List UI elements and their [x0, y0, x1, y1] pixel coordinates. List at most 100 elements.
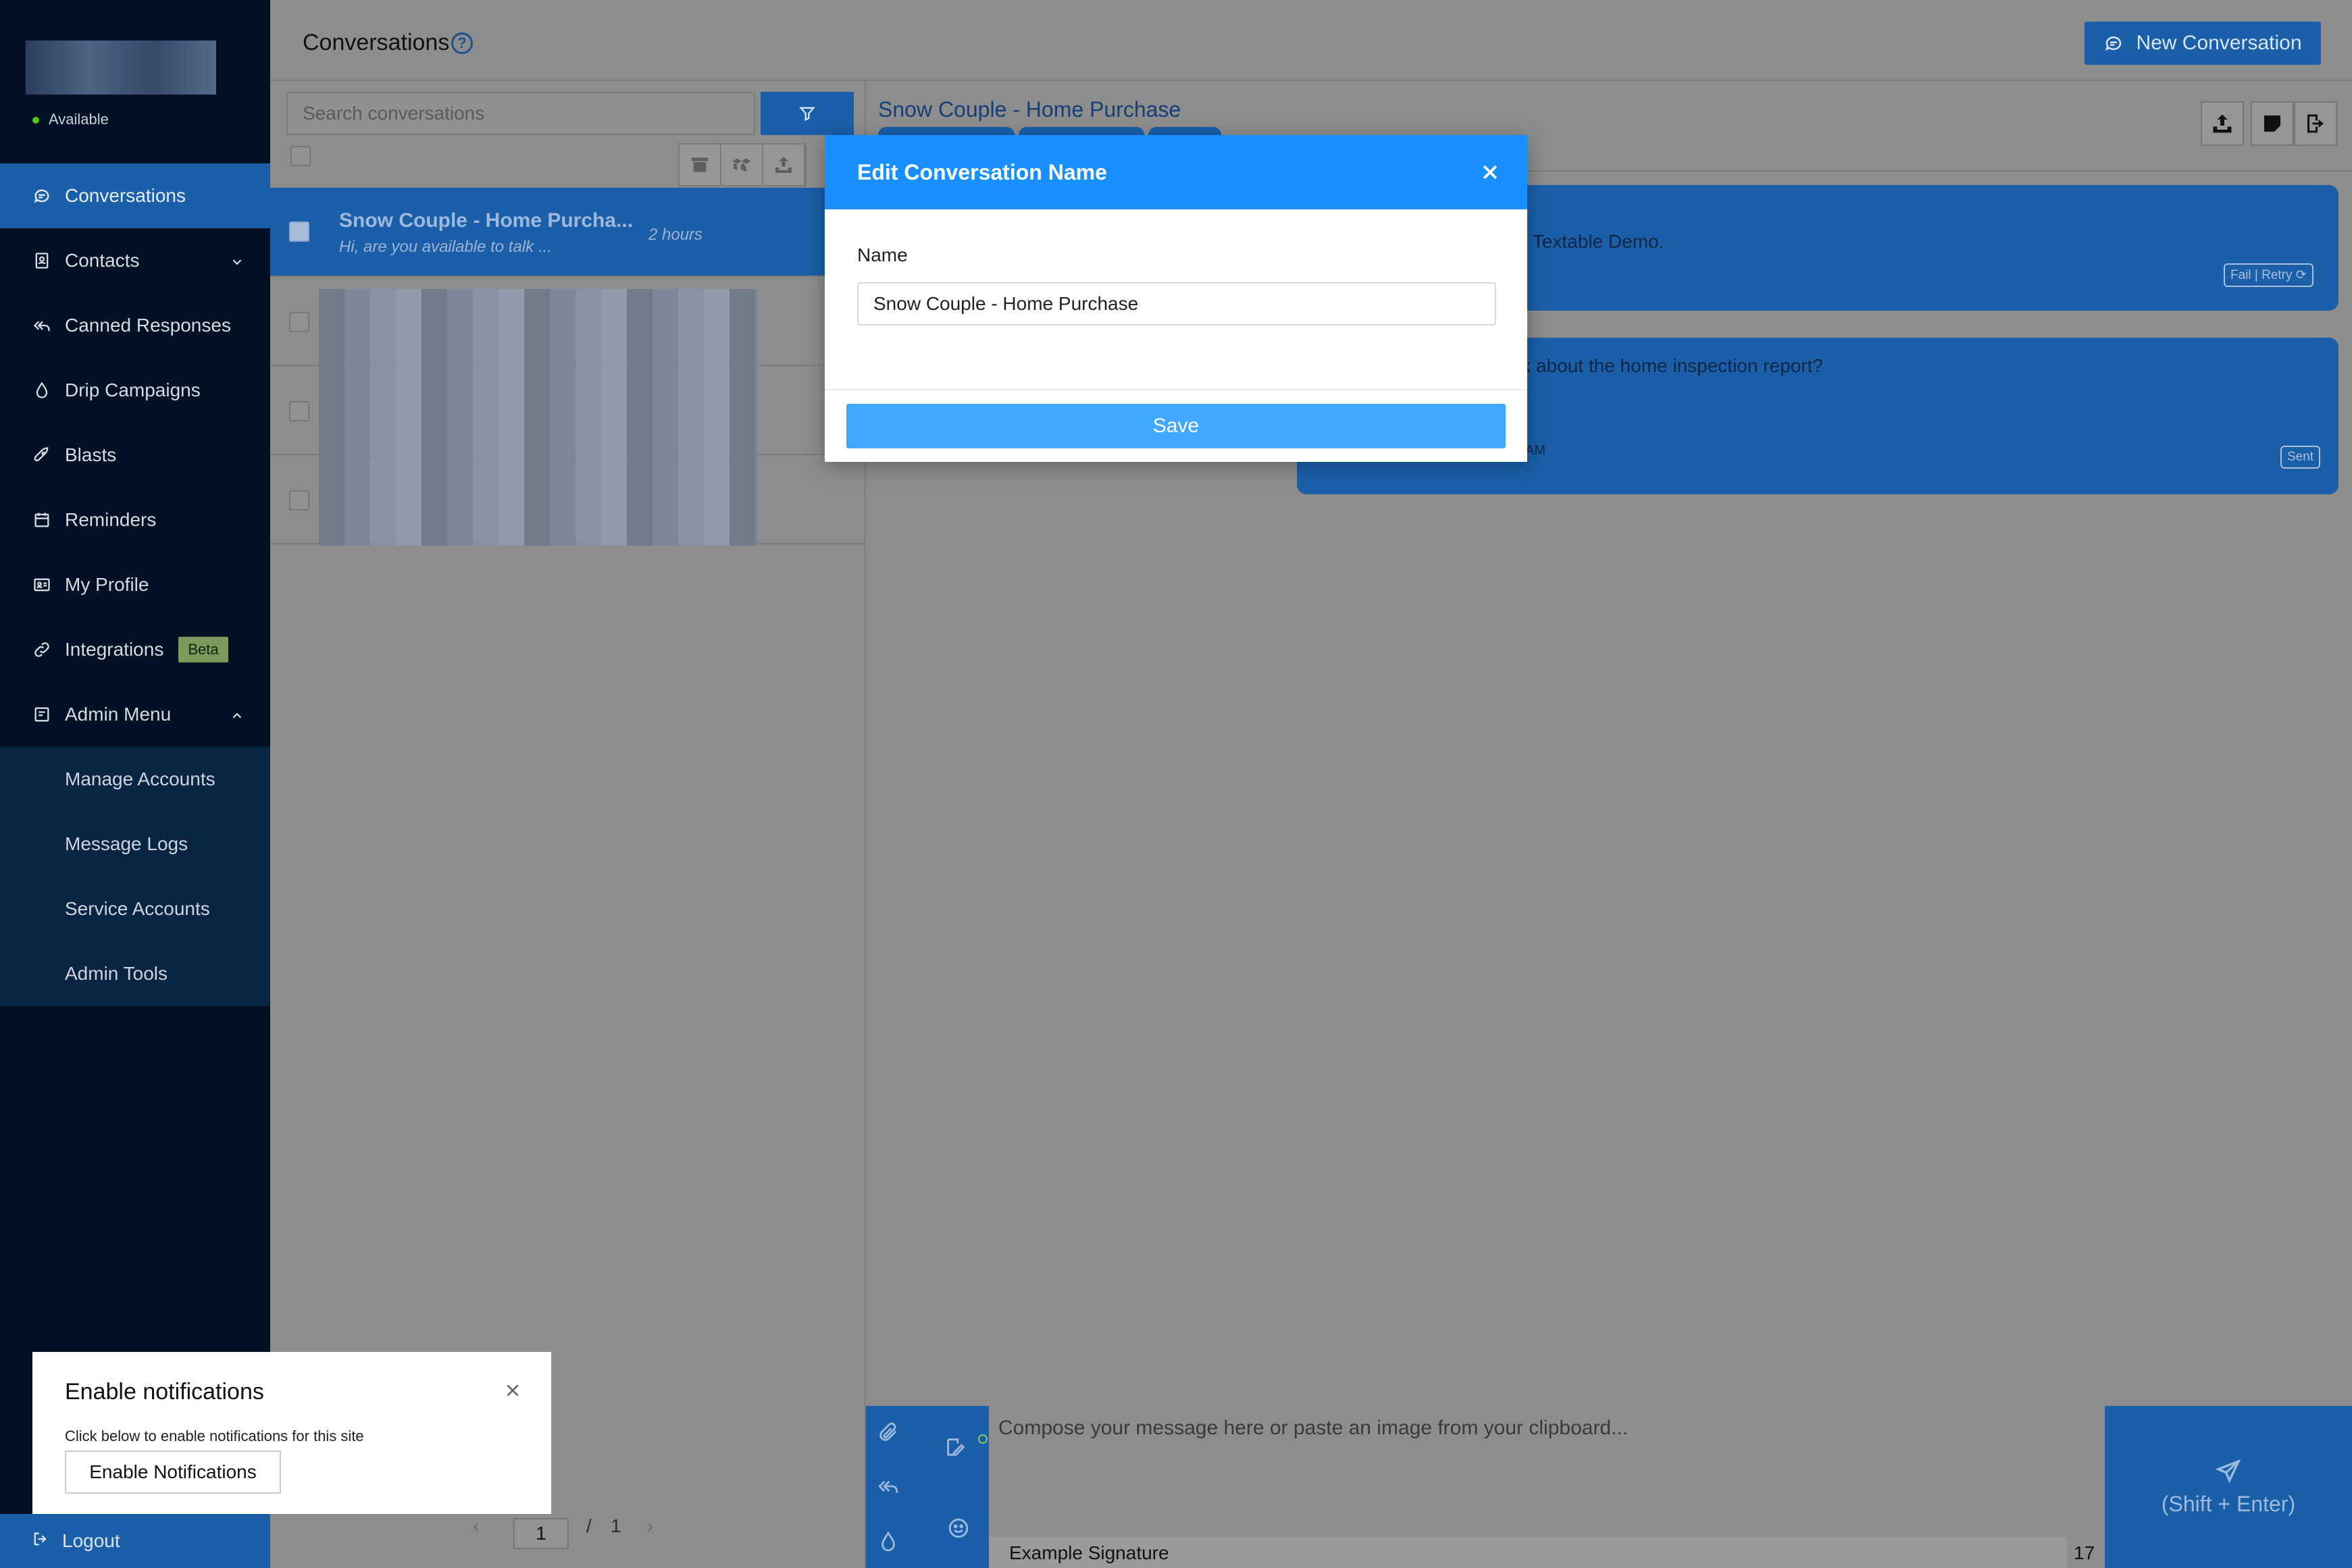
sidebar-item-my-profile[interactable]: My Profile	[0, 552, 270, 617]
send-icon	[2215, 1459, 2241, 1483]
enable-notifications-button[interactable]: Enable Notifications	[65, 1451, 281, 1494]
sidebar-item-reminders[interactable]: Reminders	[0, 488, 270, 552]
close-icon[interactable]	[504, 1382, 521, 1399]
note-icon	[2264, 115, 2280, 132]
conversation-checkbox[interactable]	[289, 221, 309, 242]
modal-title: Edit Conversation Name	[857, 159, 1107, 184]
edit-conversation-name-modal: Edit Conversation Name Name Snow Couple …	[825, 135, 1527, 462]
company-logo	[26, 41, 216, 95]
send-hint: (Shift + Enter)	[2161, 1491, 2296, 1516]
page-title: Conversations	[303, 30, 450, 55]
export-conversation-button[interactable]	[2201, 101, 2244, 146]
sidebar-item-label: Admin Menu	[65, 704, 172, 725]
save-button[interactable]: Save	[846, 404, 1506, 448]
modal-divider	[825, 389, 1527, 390]
conversation-checkbox[interactable]	[289, 401, 309, 421]
bulk-action-toolbar	[678, 143, 807, 186]
sidebar-item-label: Reminders	[65, 509, 157, 530]
admin-icon	[31, 704, 53, 725]
emoji-icon[interactable]	[947, 1517, 970, 1540]
submenu-item-message-logs[interactable]: Message Logs	[0, 812, 270, 877]
beta-badge: Beta	[178, 637, 228, 662]
upload-icon	[775, 157, 792, 173]
send-button[interactable]: (Shift + Enter)	[2105, 1406, 2352, 1568]
filter-icon	[799, 107, 815, 122]
chevron-up-icon	[230, 706, 245, 721]
reply-all-icon[interactable]	[877, 1475, 900, 1498]
calendar-icon	[31, 509, 53, 531]
conversation-checkbox[interactable]	[289, 490, 309, 511]
redacted-content	[319, 289, 758, 546]
top-header	[270, 0, 2352, 81]
upload-icon	[2213, 114, 2232, 133]
submenu-item-admin-tools[interactable]: Admin Tools	[0, 941, 270, 1006]
sidebar-item-admin-menu[interactable]: Admin Menu	[0, 682, 270, 747]
sidebar-item-label: Canned Responses	[65, 315, 231, 336]
message-text: lk about the home inspection report?	[1517, 355, 1823, 376]
drop-icon	[31, 380, 53, 401]
conversation-time: 2 hours	[648, 226, 703, 244]
conversation-name-input[interactable]: Snow Couple - Home Purchase	[857, 282, 1496, 325]
next-page-icon[interactable]: ›	[647, 1515, 653, 1537]
notification-description: Click below to enable notifications for …	[65, 1428, 364, 1444]
search-input[interactable]: Search conversations	[286, 92, 755, 135]
message-compose-input[interactable]: Compose your message here or paste an im…	[989, 1406, 2105, 1540]
chat-title[interactable]: Snow Couple - Home Purchase	[878, 97, 1181, 122]
submenu-item-service-accounts[interactable]: Service Accounts	[0, 877, 270, 941]
sidebar: Available Conversations Contacts Canned …	[0, 0, 270, 1568]
status-label: Available	[49, 111, 109, 128]
sent-badge: Sent	[2280, 446, 2321, 469]
conversation-row-selected[interactable]	[270, 188, 865, 277]
status-dot-icon	[32, 117, 39, 124]
logout-label: Logout	[62, 1530, 120, 1551]
reply-all-icon	[31, 315, 53, 336]
sidebar-item-label: Blasts	[65, 444, 117, 465]
logout-icon	[31, 1530, 62, 1553]
message-text: a Textable Demo.	[1517, 231, 1664, 252]
new-conversation-label: New Conversation	[2136, 32, 2302, 54]
status-dot-icon	[978, 1434, 988, 1444]
id-card-icon	[31, 574, 53, 596]
sidebar-item-label: Drip Campaigns	[65, 380, 201, 400]
prev-page-icon[interactable]: ‹	[473, 1515, 479, 1537]
close-icon[interactable]	[1480, 162, 1500, 182]
sidebar-item-canned-responses[interactable]: Canned Responses	[0, 293, 270, 358]
conversation-checkbox[interactable]	[289, 312, 309, 332]
sidebar-item-label: My Profile	[65, 574, 149, 595]
archive-button[interactable]	[680, 145, 721, 185]
conversation-name: Snow Couple - Home Purcha...	[339, 209, 634, 232]
submenu-item-manage-accounts[interactable]: Manage Accounts	[0, 747, 270, 812]
new-conversation-button[interactable]: New Conversation	[2085, 22, 2321, 65]
sidebar-item-conversations[interactable]: Conversations	[0, 163, 270, 228]
sidebar-item-blasts[interactable]: Blasts	[0, 423, 270, 488]
template-edit-icon[interactable]	[944, 1436, 967, 1459]
help-icon[interactable]: ?	[451, 32, 473, 54]
logout-button[interactable]: Logout	[0, 1514, 270, 1568]
export-button[interactable]	[763, 145, 805, 185]
fail-retry-badge[interactable]: Fail | Retry ⟳	[2224, 263, 2313, 287]
sidebar-item-drip-campaigns[interactable]: Drip Campaigns	[0, 358, 270, 423]
notes-button[interactable]	[2251, 101, 2294, 146]
filter-button[interactable]	[761, 92, 854, 135]
conversation-preview: Hi, are you available to talk ...	[339, 238, 552, 256]
sidebar-item-integrations[interactable]: Integrations Beta	[0, 617, 270, 682]
close-conversation-button[interactable]	[2294, 101, 2337, 146]
sidebar-item-contacts[interactable]: Contacts	[0, 228, 270, 293]
signature-field[interactable]: Example Signature	[989, 1537, 2067, 1568]
attachment-icon[interactable]	[877, 1421, 900, 1444]
notification-title: Enable notifications	[65, 1379, 264, 1405]
enable-notifications-popup: Enable notifications Click below to enab…	[32, 1352, 551, 1514]
sidebar-item-label: Conversations	[65, 185, 186, 206]
move-button[interactable]	[721, 145, 763, 185]
fail-retry-label: Fail | Retry	[2230, 268, 2293, 282]
page-number-input[interactable]: 1	[513, 1518, 569, 1549]
link-icon	[31, 639, 53, 660]
contacts-icon	[31, 250, 53, 271]
character-count: 17	[2067, 1537, 2105, 1568]
drop-icon[interactable]	[877, 1530, 900, 1553]
exit-icon	[2307, 114, 2324, 133]
sidebar-nav: Conversations Contacts Canned Responses …	[0, 163, 270, 1006]
chat-icon	[31, 185, 53, 207]
availability-status[interactable]: Available	[32, 111, 109, 128]
select-all-checkbox[interactable]	[290, 146, 311, 166]
